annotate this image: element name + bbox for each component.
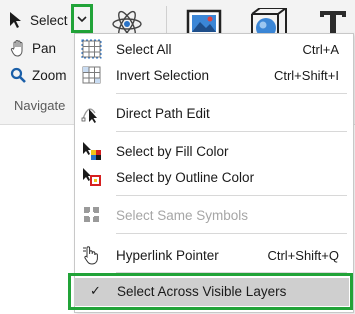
symbols-icon — [84, 207, 99, 222]
menu-item-label: Select All — [116, 41, 172, 57]
menu-item-shortcut: Ctrl+Shift+Q — [267, 247, 339, 263]
menu-item-select-all[interactable]: Select All Ctrl+A — [75, 36, 353, 62]
menu-item-shortcut: Ctrl+A — [302, 41, 339, 57]
hand-pointer-icon — [83, 246, 98, 265]
menu-item-select-same-symbols[interactable]: Select Same Symbols — [75, 202, 353, 228]
select-tool-button[interactable]: Select — [8, 9, 68, 31]
fill-color-arrow-icon — [83, 142, 101, 160]
zoom-label: Zoom — [32, 67, 67, 83]
select-dropdown-menu: Select All Ctrl+A Invert Selection Ctrl+… — [74, 33, 354, 313]
select-label: Select — [30, 12, 68, 28]
menu-item-label: Select Same Symbols — [116, 207, 249, 223]
menu-item-select-by-outline-color[interactable]: Select by Outline Color — [75, 164, 353, 190]
invert-grid-icon — [82, 66, 101, 84]
menu-separator — [116, 195, 347, 196]
menu-item-select-by-fill-color[interactable]: Select by Fill Color — [75, 138, 353, 164]
menu-item-hyperlink-pointer[interactable]: Hyperlink Pointer Ctrl+Shift+Q — [75, 242, 353, 268]
menu-item-label: Select by Fill Color — [116, 143, 229, 159]
magnifier-icon — [10, 67, 26, 83]
navigate-group-label: Navigate — [14, 98, 66, 113]
menu-item-direct-path-edit[interactable]: Direct Path Edit — [75, 100, 353, 126]
menu-item-label: Direct Path Edit — [116, 105, 210, 121]
menu-item-label: Hyperlink Pointer — [116, 247, 219, 263]
menu-item-shortcut: Ctrl+Shift+I — [273, 67, 339, 83]
chevron-down-icon — [77, 15, 87, 22]
path-arrow-icon — [81, 108, 97, 123]
checkmark-icon: ✓ — [90, 283, 101, 298]
outline-color-arrow-icon — [83, 168, 101, 186]
grid-select-icon — [81, 39, 102, 59]
zoom-tool-button[interactable]: Zoom — [10, 64, 67, 86]
arrow-pointer-icon — [10, 12, 21, 28]
menu-separator — [116, 131, 347, 132]
menu-item-label: Invert Selection — [116, 67, 210, 83]
pan-label: Pan — [32, 40, 57, 56]
menu-item-label: Select Across Visible Layers — [117, 284, 287, 299]
hand-icon — [10, 40, 23, 57]
menu-item-label: Select by Outline Color — [116, 169, 255, 185]
select-dropdown-button[interactable] — [71, 4, 93, 33]
pan-tool-button[interactable]: Pan — [10, 37, 56, 59]
menu-item-invert-selection[interactable]: Invert Selection Ctrl+Shift+I — [75, 62, 353, 88]
menu-separator — [116, 233, 347, 234]
menu-separator — [116, 93, 347, 94]
